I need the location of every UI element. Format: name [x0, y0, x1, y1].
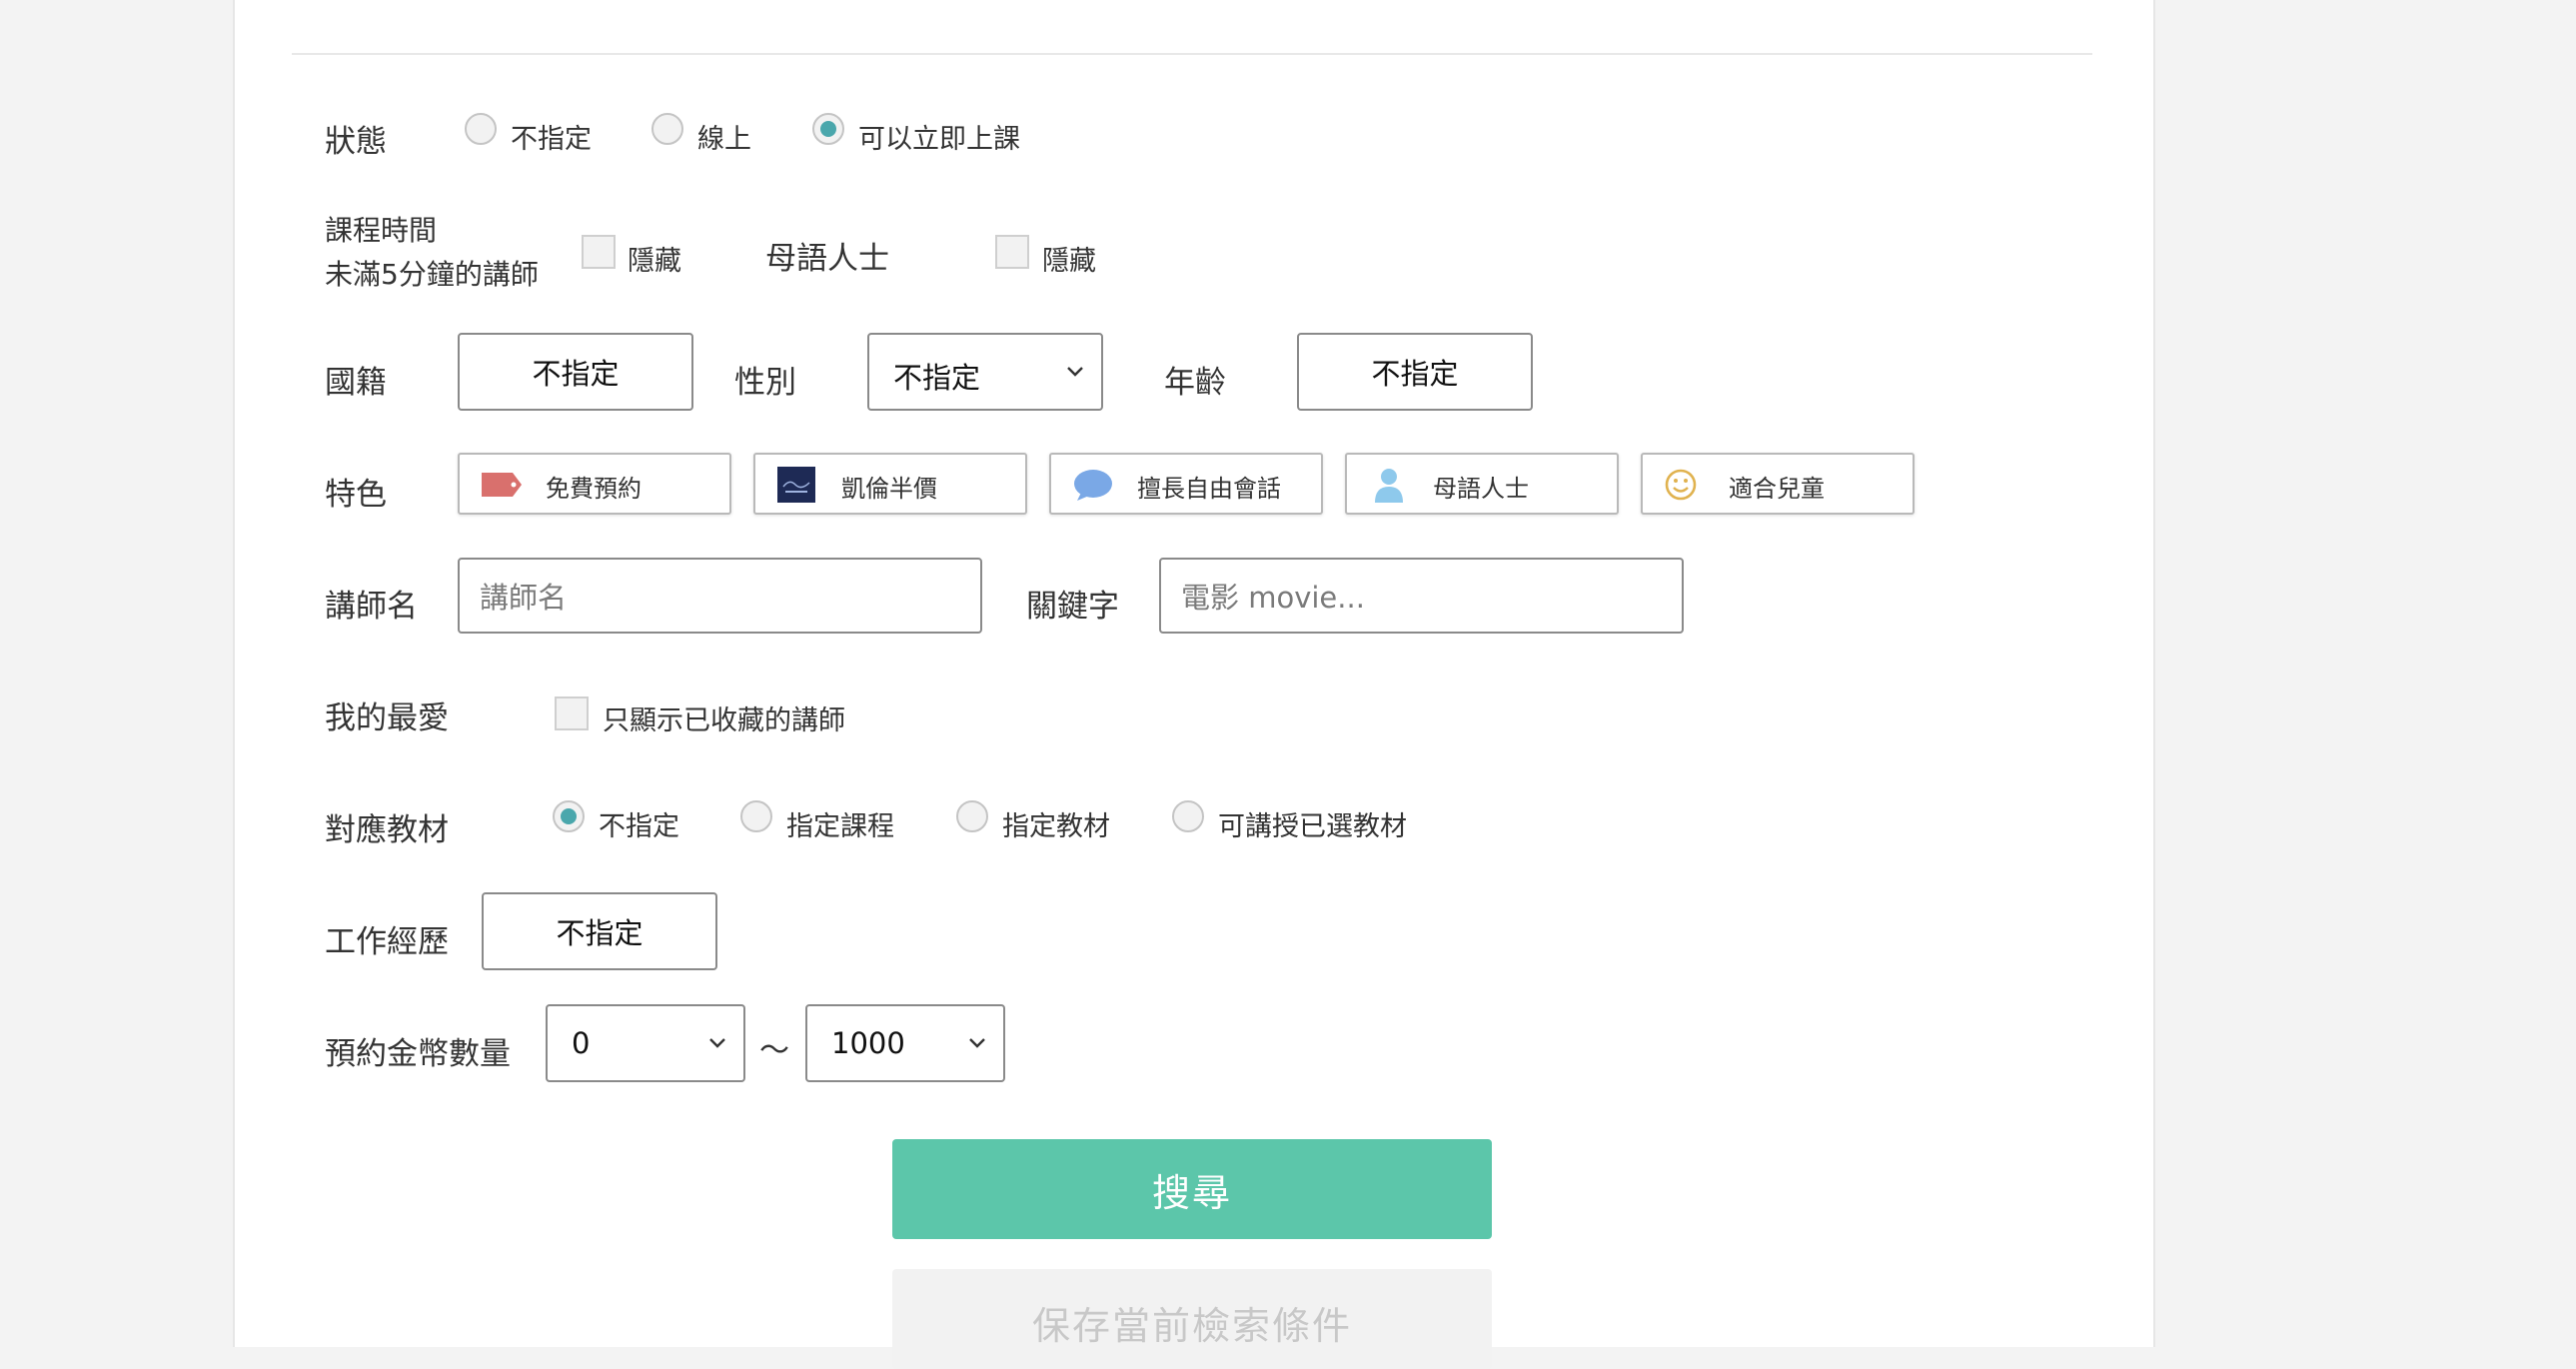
materials-label: 對應教材 — [325, 812, 449, 848]
materials-option-any[interactable]: 不指定 — [599, 804, 679, 843]
feature-label: 適合兒童 — [1729, 475, 1825, 503]
lesson-time-label-line2: 未滿5分鐘的講師 — [325, 258, 539, 291]
coins-label: 預約金幣數量 — [325, 1036, 511, 1072]
favorites-only-checkbox[interactable] — [555, 696, 589, 730]
range-separator: 〜 — [759, 1033, 789, 1068]
gender-label: 性別 — [734, 365, 796, 401]
experience-select[interactable]: 不指定 — [482, 892, 717, 970]
person-icon — [1375, 469, 1403, 503]
chevron-down-icon — [709, 1038, 725, 1048]
materials-radio-selected[interactable] — [1172, 800, 1204, 832]
age-label: 年齡 — [1164, 365, 1226, 401]
materials-option-selected[interactable]: 可講授已選教材 — [1218, 804, 1407, 843]
smiley-icon — [1665, 469, 1697, 501]
save-search-button[interactable]: 保存當前檢索條件 — [892, 1269, 1492, 1369]
materials-radio-any[interactable] — [553, 800, 585, 832]
status-option-online[interactable]: 線上 — [697, 117, 751, 156]
save-search-button-label: 保存當前檢索條件 — [1031, 1304, 1352, 1348]
hide-short-lessons-checkbox[interactable] — [582, 235, 616, 269]
materials-radio-textbook[interactable] — [956, 800, 988, 832]
feature-native-speaker[interactable]: 母語人士 — [1345, 453, 1619, 515]
gender-value: 不指定 — [893, 361, 981, 395]
gender-dropdown[interactable]: 不指定 — [867, 333, 1103, 411]
keyword-input[interactable]: 電影 movie... — [1159, 558, 1684, 634]
feature-label: 免費預約 — [546, 475, 642, 503]
favorites-only-label[interactable]: 只顯示已收藏的講師 — [603, 698, 845, 737]
status-radio-any[interactable] — [465, 113, 497, 145]
search-button[interactable]: 搜尋 — [892, 1139, 1492, 1239]
coins-max-value: 1000 — [831, 1026, 905, 1060]
nationality-label: 國籍 — [325, 365, 387, 401]
keyword-placeholder: 電影 movie... — [1181, 581, 1365, 615]
age-select[interactable]: 不指定 — [1297, 333, 1533, 411]
tutor-name-input[interactable]: 講師名 — [458, 558, 982, 634]
feature-karen-half-price[interactable]: 凱倫半價 — [753, 453, 1027, 515]
karen-badge-icon — [777, 467, 815, 503]
hide-native-checkbox[interactable] — [995, 235, 1029, 269]
feature-for-kids[interactable]: 適合兒童 — [1641, 453, 1915, 515]
features-label: 特色 — [325, 477, 387, 513]
materials-radio-course[interactable] — [740, 800, 772, 832]
feature-label: 凱倫半價 — [841, 475, 937, 503]
divider — [292, 53, 2092, 55]
native-speaker-label: 母語人士 — [765, 241, 889, 277]
materials-option-course[interactable]: 指定課程 — [786, 804, 894, 843]
search-button-label: 搜尋 — [1151, 1170, 1232, 1215]
experience-value: 不指定 — [556, 916, 644, 950]
tutor-name-label: 講師名 — [325, 589, 418, 625]
status-radio-online[interactable] — [651, 113, 683, 145]
experience-label: 工作經歷 — [325, 924, 449, 960]
feature-label: 母語人士 — [1433, 475, 1529, 503]
feature-free-conversation[interactable]: 擅長自由會話 — [1049, 453, 1323, 515]
status-option-available[interactable]: 可以立即上課 — [858, 117, 1020, 156]
hide-short-lessons-label[interactable]: 隱藏 — [628, 239, 681, 278]
status-option-any[interactable]: 不指定 — [511, 117, 592, 156]
hide-native-label[interactable]: 隱藏 — [1042, 239, 1096, 278]
lesson-time-label-line1: 課程時間 — [325, 214, 438, 247]
coins-min-dropdown[interactable]: 0 — [546, 1004, 745, 1082]
price-tag-icon — [482, 473, 522, 497]
keyword-label: 關鍵字 — [1026, 589, 1119, 625]
nationality-value: 不指定 — [532, 357, 620, 391]
feature-label: 擅長自由會話 — [1137, 475, 1281, 503]
chevron-down-icon — [1067, 367, 1083, 377]
chevron-down-icon — [969, 1038, 985, 1048]
nationality-select[interactable]: 不指定 — [458, 333, 693, 411]
age-value: 不指定 — [1371, 357, 1459, 391]
status-radio-available[interactable] — [812, 113, 844, 145]
favorites-label: 我的最愛 — [325, 700, 449, 736]
speech-bubble-icon — [1074, 470, 1112, 501]
coins-max-dropdown[interactable]: 1000 — [805, 1004, 1005, 1082]
materials-option-textbook[interactable]: 指定教材 — [1002, 804, 1110, 843]
tutor-name-placeholder: 講師名 — [480, 581, 568, 615]
status-label: 狀態 — [325, 124, 387, 160]
feature-free-booking[interactable]: 免費預約 — [458, 453, 731, 515]
coins-min-value: 0 — [572, 1026, 591, 1060]
